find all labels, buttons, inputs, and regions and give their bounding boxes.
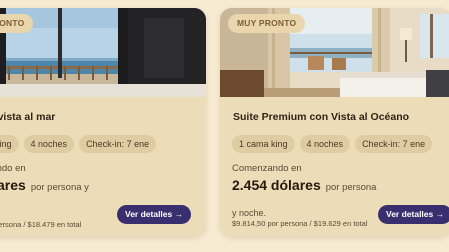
price-value: 2.454 dólares: [232, 177, 321, 193]
feature-chip-bed: ama king: [0, 135, 19, 153]
feature-chip-nights: 4 noches: [299, 135, 351, 153]
feature-chip-nights: 4 noches: [23, 135, 75, 153]
room-features: 1 cama king 4 noches Check-in: 7 ene: [232, 135, 433, 153]
price-row: 2.454 dólares por persona: [232, 177, 376, 195]
price-unit: por persona y: [30, 182, 89, 193]
offers-carousel: PRONTO con vista al mar ama king 4 noche…: [0, 0, 449, 252]
view-details-button[interactable]: Ver detalles →: [378, 205, 449, 224]
offer-card-2[interactable]: MUY PRONTO Suite Premium con Vista al Oc…: [220, 8, 449, 236]
room-features: ama king 4 noches Check-in: 7 ene: [0, 135, 157, 153]
price-row: dólares por persona y: [0, 177, 89, 195]
price-from-label: enzando en: [0, 163, 26, 174]
feature-chip-bed: 1 cama king: [232, 135, 295, 153]
room-title: Suite Premium con Vista al Océano: [233, 111, 410, 123]
offer-card-1[interactable]: PRONTO con vista al mar ama king 4 noche…: [0, 8, 206, 236]
price-value: dólares: [0, 177, 26, 193]
view-details-button[interactable]: Ver detalles →: [117, 205, 192, 224]
price-totals: $9.814,50 por persona / $19.629 en total: [232, 219, 368, 228]
price-from-label: Comenzando en: [232, 163, 302, 174]
availability-badge: PRONTO: [0, 14, 34, 33]
feature-chip-checkin: Check-in: 7 ene: [79, 135, 157, 153]
room-title: con vista al mar: [0, 111, 56, 123]
price-unit: por persona: [325, 182, 377, 193]
price-totals: 0 por persona / $18.479 en total: [0, 220, 82, 229]
feature-chip-checkin: Check-in: 7 ene: [355, 135, 433, 153]
availability-badge: MUY PRONTO: [228, 14, 306, 33]
price-unit-night: y noche.: [232, 208, 267, 218]
